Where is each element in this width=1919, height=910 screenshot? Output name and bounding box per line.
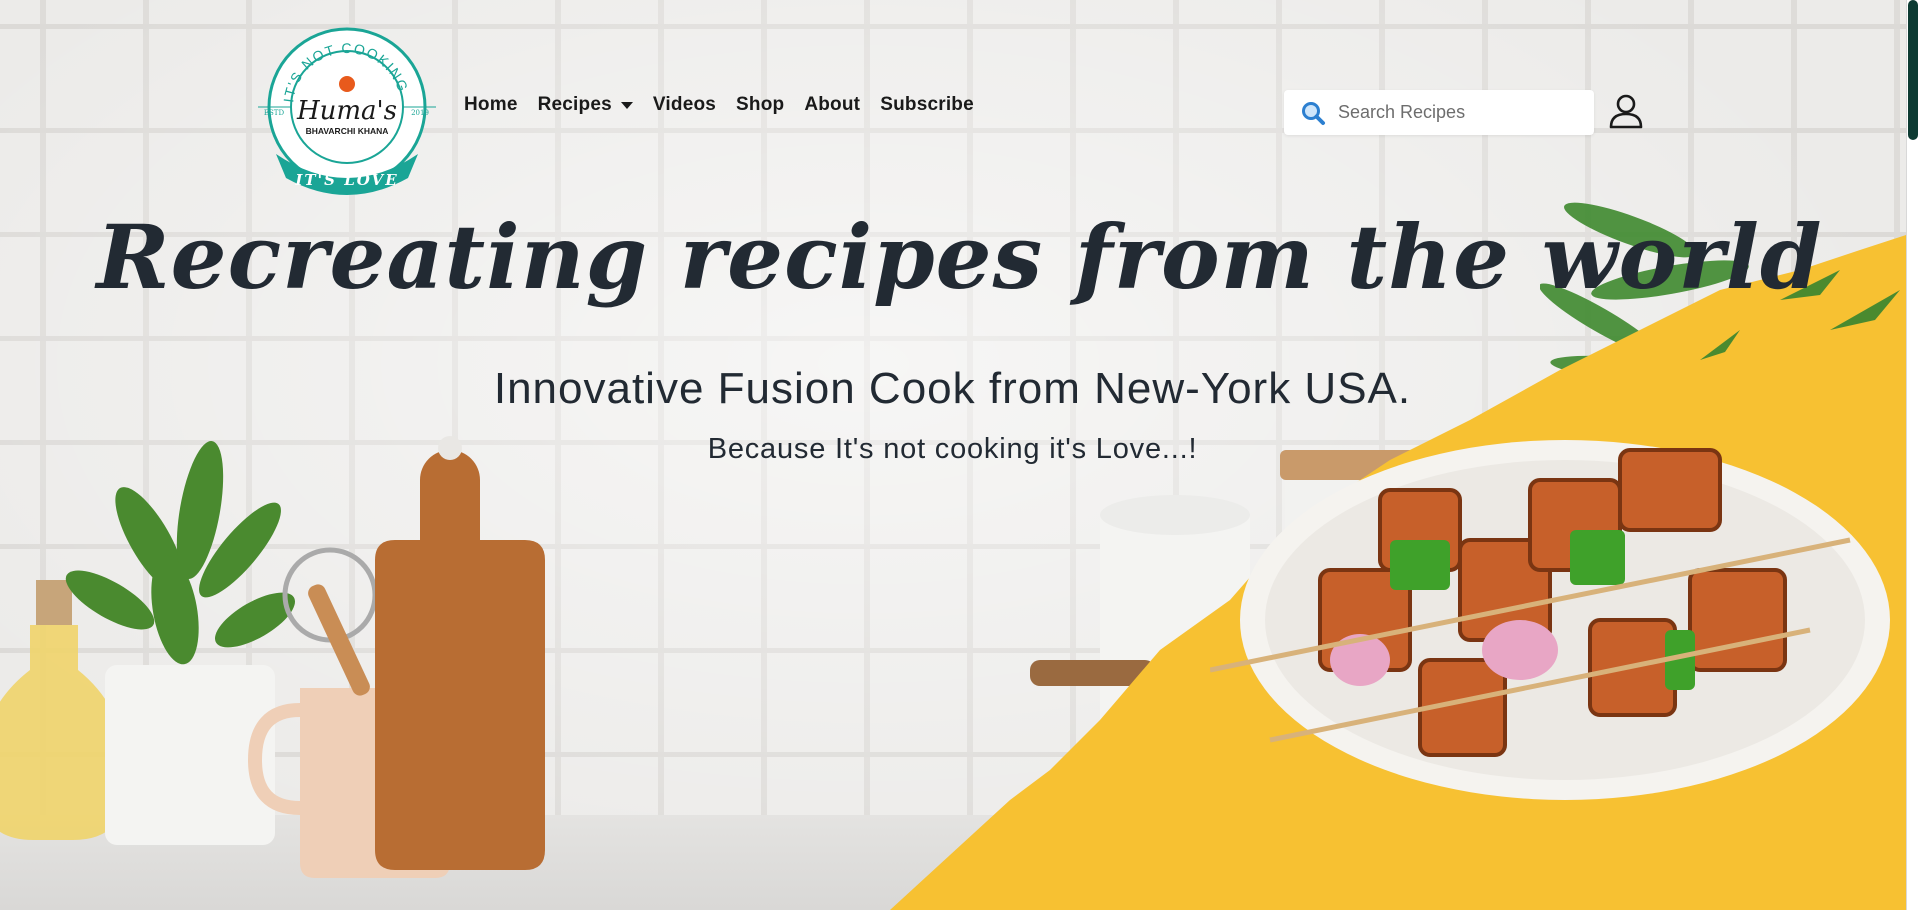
- search-box[interactable]: [1284, 90, 1594, 135]
- hero-subtitle: Innovative Fusion Cook from New-York USA…: [493, 364, 1412, 413]
- chef-icon: [339, 76, 355, 92]
- nav-recipes-label: Recipes: [537, 94, 612, 115]
- nav-about[interactable]: About: [804, 94, 860, 116]
- hero-title: Recreating recipes from the world: [96, 205, 1823, 309]
- main-nav: Home Recipes Videos Shop About Subscribe: [464, 94, 994, 116]
- scrollbar-track[interactable]: [1906, 0, 1919, 910]
- hero-tagline: Because It's not cooking it's Love...!: [707, 433, 1198, 465]
- nav-home[interactable]: Home: [464, 94, 518, 116]
- logo-year: 2019: [411, 109, 429, 117]
- scrollbar-thumb[interactable]: [1908, 0, 1918, 140]
- logo-estd: ESTD: [264, 109, 285, 117]
- nav-videos[interactable]: Videos: [653, 94, 716, 116]
- nav-recipes-dropdown[interactable]: Recipes: [538, 94, 633, 116]
- nav-shop[interactable]: Shop: [736, 94, 784, 116]
- paneer-tikka-plate-image: [1210, 440, 1890, 800]
- logo-ribbon: IT'S LOVE: [294, 171, 398, 189]
- chevron-down-icon: [620, 101, 633, 109]
- user-icon[interactable]: [1607, 92, 1645, 130]
- search-icon: [1302, 101, 1325, 125]
- logo-tagline: BHAVARCHI KHANA: [306, 126, 389, 136]
- search-input[interactable]: [1336, 101, 1594, 124]
- logo-name: Huma's: [296, 96, 397, 126]
- site-logo[interactable]: IT'S NOT COOKING Huma's BHAVARCHI KHANA …: [258, 22, 436, 204]
- nav-subscribe[interactable]: Subscribe: [880, 94, 974, 116]
